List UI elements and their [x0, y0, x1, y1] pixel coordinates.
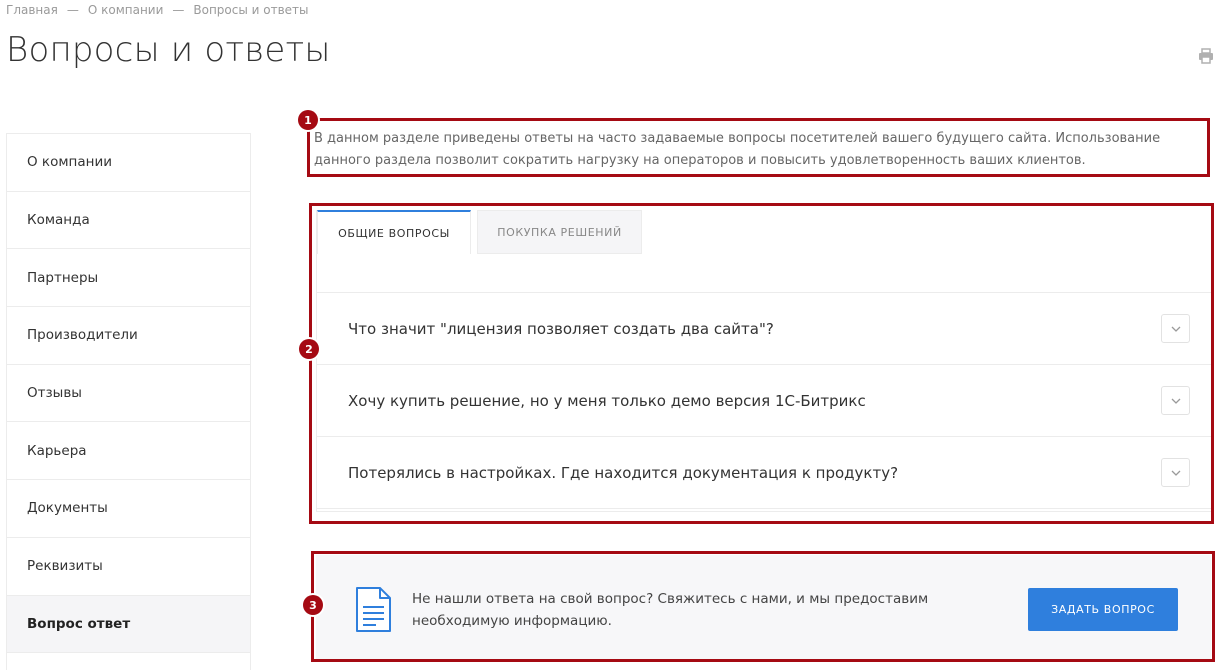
sidebar-item-reviews[interactable]: Отзывы	[7, 365, 250, 423]
sidebar-item-team[interactable]: Команда	[7, 192, 250, 250]
faq-panel: Общие вопросы Покупка решений Что значит…	[316, 210, 1213, 512]
faq-question: Хочу купить решение, но у меня только де…	[348, 391, 866, 410]
sidebar-item-company[interactable]: О компании	[7, 134, 250, 192]
ask-question-button[interactable]: Задать вопрос	[1028, 588, 1178, 631]
faq-question: Что значит "лицензия позволяет создать д…	[348, 319, 774, 338]
page-title: Вопросы и ответы	[6, 30, 331, 70]
faq-item[interactable]: Хочу купить решение, но у меня только де…	[317, 365, 1212, 437]
intro-text: В данном разделе приведены ответы на час…	[314, 131, 1161, 168]
annotation-badge-3: 3	[303, 595, 323, 615]
chevron-down-icon[interactable]	[1161, 314, 1190, 343]
faq-question: Потерялись в настройках. Где находится д…	[348, 463, 899, 482]
ask-question-box: Не нашли ответа на свой вопрос? Свяжитес…	[316, 555, 1211, 660]
tab-general-questions[interactable]: Общие вопросы	[317, 210, 471, 254]
tab-purchase-solutions[interactable]: Покупка решений	[477, 210, 642, 254]
faq-list: Что значит "лицензия позволяет создать д…	[317, 293, 1212, 509]
annotation-badge-1: 1	[298, 110, 318, 130]
breadcrumb-separator: —	[172, 3, 185, 17]
sidebar-item-career[interactable]: Карьера	[7, 422, 250, 481]
faq-item[interactable]: Что значит "лицензия позволяет создать д…	[317, 293, 1212, 365]
breadcrumb-separator: —	[66, 3, 79, 17]
chevron-down-icon[interactable]	[1161, 458, 1190, 487]
faq-item[interactable]: Потерялись в настройках. Где находится д…	[317, 437, 1212, 509]
breadcrumb: Главная — О компании — Вопросы и ответы	[6, 3, 309, 17]
sidebar-item-manufacturers[interactable]: Производители	[7, 307, 250, 365]
sidebar-item-partners[interactable]: Партнеры	[7, 249, 250, 308]
sidebar-menu: О компании Команда Партнеры Производител…	[6, 133, 251, 670]
document-icon	[354, 587, 392, 633]
breadcrumb-home[interactable]: Главная	[6, 3, 58, 17]
print-icon[interactable]	[1198, 48, 1214, 64]
ask-question-text: Не нашли ответа на свой вопрос? Свяжитес…	[412, 591, 929, 629]
sidebar-item-requisites[interactable]: Реквизиты	[7, 538, 250, 596]
chevron-down-icon[interactable]	[1161, 386, 1190, 415]
sidebar-item-documents[interactable]: Документы	[7, 480, 250, 538]
sidebar-item-faq[interactable]: Вопрос ответ	[7, 595, 250, 654]
breadcrumb-current: Вопросы и ответы	[193, 3, 309, 17]
annotation-badge-2: 2	[299, 339, 319, 359]
breadcrumb-company[interactable]: О компании	[88, 3, 164, 17]
tab-bar: Общие вопросы Покупка решений	[317, 210, 642, 256]
